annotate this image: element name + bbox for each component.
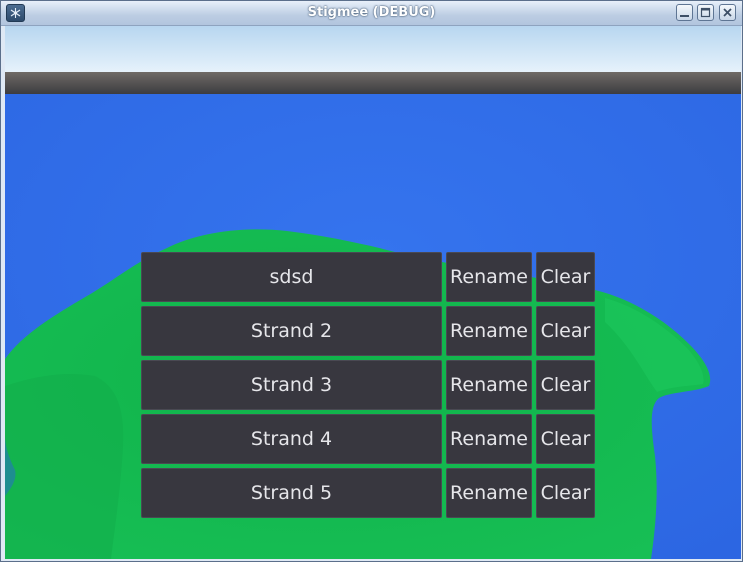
strand-name-button[interactable]: Strand 3	[141, 360, 442, 410]
maximize-button[interactable]	[697, 4, 714, 21]
minimize-icon	[680, 15, 689, 17]
strand-name-button[interactable]: sdsd	[141, 252, 442, 302]
maximize-icon	[700, 7, 711, 18]
strand-name-button[interactable]: Strand 5	[141, 468, 442, 518]
clear-button[interactable]: Clear	[536, 468, 595, 518]
strand-name-button[interactable]: Strand 4	[141, 414, 442, 464]
rename-button[interactable]: Rename	[446, 468, 532, 518]
clear-button[interactable]: Clear	[536, 414, 595, 464]
close-icon	[723, 8, 732, 17]
minimize-button[interactable]	[676, 4, 693, 21]
close-button[interactable]	[719, 4, 736, 21]
rename-button[interactable]: Rename	[446, 414, 532, 464]
window-title: Stigmee (DEBUG)	[307, 5, 436, 20]
3d-viewport[interactable]: sdsd Rename Clear Strand 2 Rename Clear …	[5, 26, 741, 559]
ground-edge	[5, 72, 741, 94]
island-shade	[5, 374, 124, 559]
app-window: Stigmee (DEBUG) sdsd Rename Clear Strand…	[0, 0, 743, 562]
rename-button[interactable]: Rename	[446, 360, 532, 410]
sky	[5, 26, 741, 72]
strand-name-button[interactable]: Strand 2	[141, 306, 442, 356]
clear-button[interactable]: Clear	[536, 252, 595, 302]
title-bar[interactable]: Stigmee (DEBUG)	[1, 1, 742, 26]
rename-button[interactable]: Rename	[446, 252, 532, 302]
clear-button[interactable]: Clear	[536, 360, 595, 410]
clear-button[interactable]: Clear	[536, 306, 595, 356]
rename-button[interactable]: Rename	[446, 306, 532, 356]
